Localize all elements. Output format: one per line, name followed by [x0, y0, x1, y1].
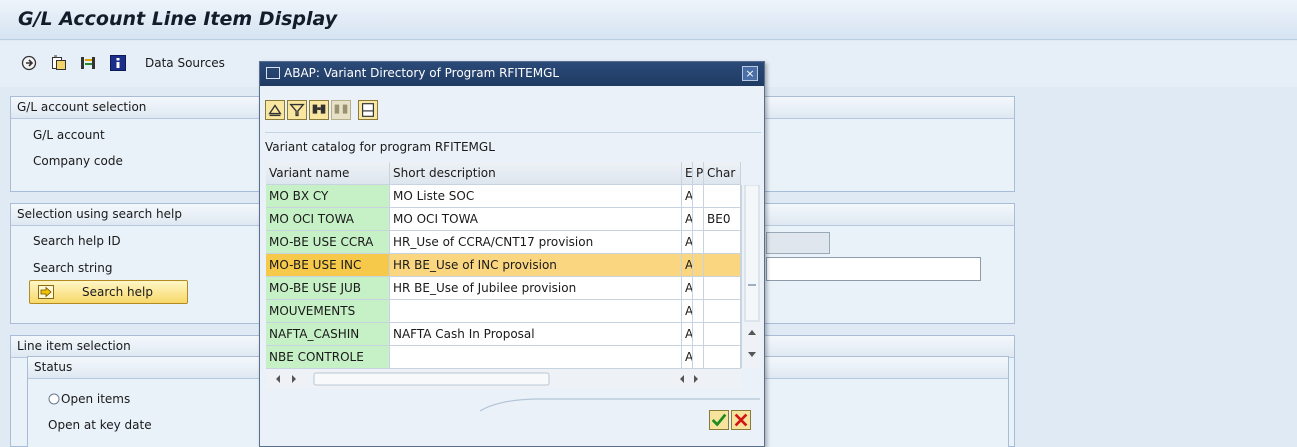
e-cell: A [682, 231, 693, 253]
sort-ascending-icon[interactable] [265, 100, 285, 120]
find-next-icon[interactable] [331, 100, 351, 120]
print-icon[interactable] [358, 100, 378, 120]
scrollbar-track-icon [744, 184, 760, 357]
search-string-input[interactable] [766, 257, 981, 281]
radio-icon [48, 393, 60, 405]
e-cell: A [682, 208, 693, 230]
execute-icon[interactable] [21, 55, 37, 71]
char-cell: BE0 [704, 208, 741, 230]
find-icon[interactable] [309, 100, 329, 120]
short-description-cell: MO OCI TOWA [390, 208, 682, 230]
char-cell [704, 300, 741, 322]
table-row[interactable]: MO OCI TOWA MO OCI TOWA A BE0 [266, 208, 741, 231]
p-cell [693, 346, 704, 368]
horizontal-scroll-icon [276, 372, 698, 386]
page-title: G/L Account Line Item Display [18, 8, 338, 30]
short-description-cell [390, 346, 682, 368]
info-icon[interactable] [110, 55, 126, 71]
cancel-button[interactable] [731, 410, 751, 430]
char-cell [704, 185, 741, 207]
search-help-id-label: Search help ID [33, 234, 121, 248]
short-description-cell: HR BE_Use of Jubilee provision [390, 277, 682, 299]
e-cell: A [682, 300, 693, 322]
horizontal-scrollbar[interactable] [266, 368, 741, 388]
dialog-title: ABAP: Variant Directory of Program RFITE… [284, 66, 560, 80]
data-sources-button[interactable]: Data Sources [145, 56, 225, 70]
variant-name-cell: MO-BE USE INC [266, 254, 390, 276]
char-cell [704, 346, 741, 368]
dialog-title-bar[interactable]: ABAP: Variant Directory of Program RFITE… [260, 62, 764, 86]
e-cell: A [682, 185, 693, 207]
close-button[interactable]: × [742, 66, 758, 81]
p-cell [693, 323, 704, 345]
variant-name-cell: MO-BE USE JUB [266, 277, 390, 299]
title-bar: G/L Account Line Item Display [0, 0, 1297, 40]
table-row[interactable]: MOUVEMENTS A [266, 300, 741, 323]
open-items-label: Open items [61, 392, 131, 406]
variant-name-cell: NAFTA_CASHIN [266, 323, 390, 345]
p-cell [693, 277, 704, 299]
arrow-right-icon [38, 285, 54, 299]
column-header-short-description[interactable]: Short description [390, 162, 682, 184]
open-at-key-date-label: Open at key date [48, 418, 152, 432]
p-cell [693, 300, 704, 322]
char-cell [704, 277, 741, 299]
variant-name-cell: NBE CONTROLE [266, 346, 390, 368]
cancel-icon [734, 413, 748, 427]
p-cell [693, 254, 704, 276]
filter-icon[interactable] [287, 100, 307, 120]
variant-name-cell: MO-BE USE CCRA [266, 231, 390, 253]
vertical-scrollbar[interactable] [741, 184, 761, 368]
p-cell [693, 185, 704, 207]
variant-name-cell: MO BX CY [266, 185, 390, 207]
search-help-button[interactable]: Search help [29, 280, 188, 304]
search-help-id-field[interactable] [766, 232, 830, 254]
search-string-label: Search string [33, 261, 113, 275]
table-row-selected[interactable]: MO-BE USE INC HR BE_Use of INC provision… [266, 254, 741, 277]
short-description-cell [390, 300, 682, 322]
search-help-button-label: Search help [82, 285, 153, 299]
variant-directory-dialog: ABAP: Variant Directory of Program RFITE… [259, 61, 765, 447]
short-description-cell: NAFTA Cash In Proposal [390, 323, 682, 345]
p-cell [693, 231, 704, 253]
char-cell [704, 323, 741, 345]
short-description-cell: MO Liste SOC [390, 185, 682, 207]
table-header-row: Variant name Short description E P Char [266, 162, 741, 185]
gl-account-label: G/L account [33, 128, 105, 142]
column-header-e[interactable]: E [682, 162, 693, 184]
table-row[interactable]: MO-BE USE CCRA HR_Use of CCRA/CNT17 prov… [266, 231, 741, 254]
column-header-variant-name[interactable]: Variant name [266, 162, 390, 184]
variant-name-cell: MO OCI TOWA [266, 208, 390, 230]
e-cell: A [682, 277, 693, 299]
e-cell: A [682, 346, 693, 368]
column-header-p[interactable]: P [693, 162, 704, 184]
table-row[interactable]: MO BX CY MO Liste SOC A [266, 185, 741, 208]
variant-table: Variant name Short description E P Char … [266, 162, 741, 369]
variant-name-cell: MOUVEMENTS [266, 300, 390, 322]
company-code-label: Company code [33, 154, 123, 168]
short-description-cell: HR BE_Use of INC provision [390, 254, 682, 276]
get-variant-icon[interactable] [51, 55, 67, 71]
table-row[interactable]: NBE CONTROLE A [266, 346, 741, 369]
p-cell [693, 208, 704, 230]
checkmark-icon [711, 413, 727, 427]
table-row[interactable]: MO-BE USE JUB HR BE_Use of Jubilee provi… [266, 277, 741, 300]
table-row[interactable]: NAFTA_CASHIN NAFTA Cash In Proposal A [266, 323, 741, 346]
e-cell: A [682, 323, 693, 345]
variant-catalog-caption: Variant catalog for program RFITEMGL [265, 132, 761, 160]
column-header-char[interactable]: Char [704, 162, 741, 184]
confirm-button[interactable] [709, 410, 729, 430]
e-cell: A [682, 254, 693, 276]
char-cell [704, 231, 741, 253]
char-cell [704, 254, 741, 276]
dynamic-selections-icon[interactable] [80, 55, 96, 71]
window-icon [266, 67, 280, 79]
short-description-cell: HR_Use of CCRA/CNT17 provision [390, 231, 682, 253]
